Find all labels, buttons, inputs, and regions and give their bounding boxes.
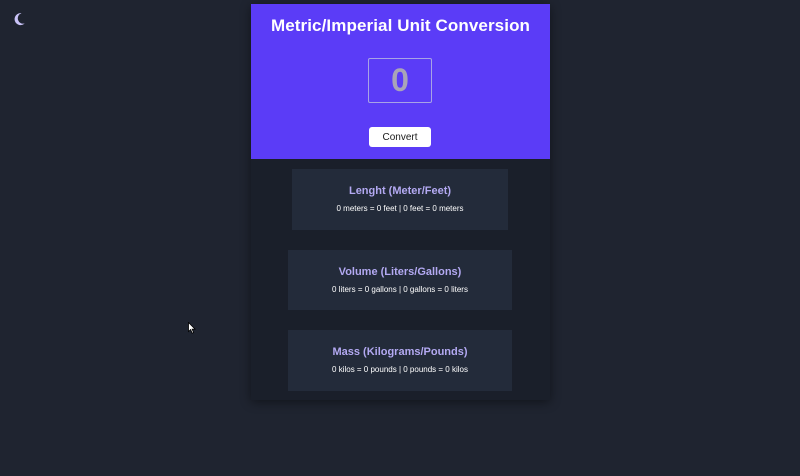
volume-card-title: Volume (Liters/Gallons)	[338, 266, 462, 278]
length-card: Lenght (Meter/Feet) 0 meters = 0 feet | …	[292, 169, 508, 230]
mouse-cursor-icon	[188, 321, 196, 334]
length-card-title: Lenght (Meter/Feet)	[348, 185, 452, 197]
mass-card: Mass (Kilograms/Pounds) 0 kilos = 0 poun…	[288, 330, 512, 391]
number-input[interactable]	[368, 58, 432, 103]
mass-card-title: Mass (Kilograms/Pounds)	[332, 346, 468, 358]
length-card-result: 0 meters = 0 feet | 0 feet = 0 meters	[336, 204, 464, 213]
page-title: Metric/Imperial Unit Conversion	[270, 16, 531, 35]
volume-card: Volume (Liters/Gallons) 0 liters = 0 gal…	[288, 250, 512, 310]
mass-card-result: 0 kilos = 0 pounds | 0 pounds = 0 kilos	[332, 365, 468, 374]
convert-button[interactable]: Convert	[369, 127, 431, 147]
converter-header: Metric/Imperial Unit Conversion Convert	[251, 4, 550, 159]
moon-icon[interactable]	[11, 11, 27, 27]
converter-panel: Metric/Imperial Unit Conversion Convert …	[251, 4, 550, 400]
volume-card-result: 0 liters = 0 gallons | 0 gallons = 0 lit…	[332, 285, 468, 294]
